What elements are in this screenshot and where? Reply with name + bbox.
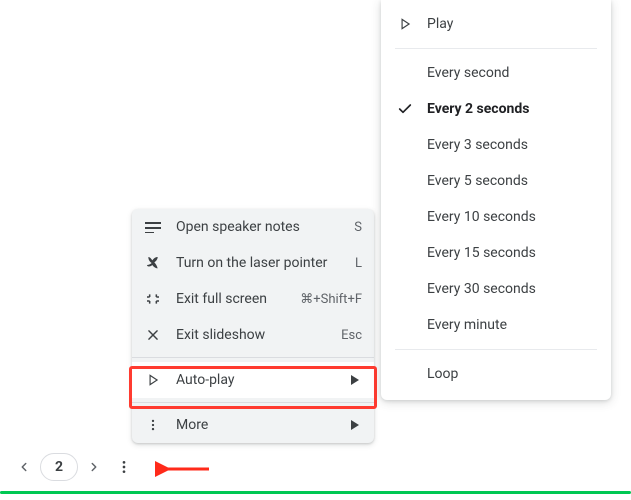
menu-separator: [132, 357, 374, 358]
submenu-interval-1[interactable]: Every 2 seconds: [381, 91, 611, 127]
menu-item-label: Open speaker notes: [176, 219, 340, 235]
next-slide-button[interactable]: [82, 455, 106, 479]
menu-item-exit-slideshow[interactable]: Exit slideshow Esc: [132, 317, 374, 353]
check-placeholder: [395, 171, 415, 191]
submenu-item-play[interactable]: Play: [381, 6, 611, 42]
check-placeholder: [395, 135, 415, 155]
more-vert-icon: [116, 459, 132, 475]
close-icon: [144, 326, 162, 344]
submenu-arrow-icon: [348, 420, 362, 430]
check-placeholder: [395, 63, 415, 83]
submenu-item-label: Play: [427, 16, 597, 32]
notes-icon: [144, 218, 162, 236]
menu-separator: [395, 48, 597, 49]
menu-item-shortcut: S: [354, 220, 362, 235]
menu-item-label: Exit full screen: [176, 291, 286, 307]
autoplay-submenu: Play Every second Every 2 seconds Every …: [381, 0, 611, 400]
check-placeholder: [395, 315, 415, 335]
submenu-arrow-icon: [348, 375, 362, 385]
submenu-interval-4[interactable]: Every 10 seconds: [381, 199, 611, 235]
chevron-left-icon: [17, 460, 31, 474]
submenu-item-label: Every 15 seconds: [427, 245, 597, 261]
check-placeholder: [395, 279, 415, 299]
submenu-item-label: Every 30 seconds: [427, 281, 597, 297]
submenu-item-label: Every 2 seconds: [427, 101, 597, 117]
check-placeholder: [395, 207, 415, 227]
menu-item-shortcut: L: [355, 256, 362, 271]
submenu-interval-0[interactable]: Every second: [381, 55, 611, 91]
submenu-item-label: Every 3 seconds: [427, 137, 597, 153]
menu-separator: [395, 349, 597, 350]
menu-item-label: Exit slideshow: [176, 327, 327, 343]
submenu-interval-7[interactable]: Every minute: [381, 307, 611, 343]
menu-item-exit-fullscreen[interactable]: Exit full screen ⌘+Shift+F: [132, 281, 374, 317]
play-icon: [395, 14, 415, 34]
menu-item-laser-pointer[interactable]: Turn on the laser pointer L: [132, 245, 374, 281]
menu-separator: [132, 402, 374, 403]
slide-nav-bar: 2: [12, 453, 138, 481]
options-menu: Open speaker notes S Turn on the laser p…: [132, 209, 374, 443]
laser-pointer-icon: [144, 254, 162, 272]
more-vert-icon: [144, 416, 162, 434]
submenu-interval-2[interactable]: Every 3 seconds: [381, 127, 611, 163]
play-icon: [144, 371, 162, 389]
submenu-interval-3[interactable]: Every 5 seconds: [381, 163, 611, 199]
exit-fullscreen-icon: [144, 290, 162, 308]
menu-item-shortcut: ⌘+Shift+F: [300, 292, 362, 307]
menu-item-autoplay[interactable]: Auto-play: [132, 362, 374, 398]
annotation-arrow: [155, 460, 213, 478]
check-icon: [395, 99, 415, 119]
presenter-bar-underline: [0, 491, 631, 494]
submenu-item-loop[interactable]: Loop: [381, 356, 611, 392]
menu-item-label: More: [176, 417, 334, 433]
menu-item-label: Turn on the laser pointer: [176, 255, 341, 271]
slide-number[interactable]: 2: [40, 453, 78, 481]
more-options-button[interactable]: [110, 453, 138, 481]
submenu-item-label: Every minute: [427, 317, 597, 333]
menu-item-label: Auto-play: [176, 372, 334, 388]
submenu-item-label: Every second: [427, 65, 597, 81]
menu-item-more[interactable]: More: [132, 407, 374, 443]
chevron-right-icon: [87, 460, 101, 474]
submenu-item-label: Every 5 seconds: [427, 173, 597, 189]
submenu-interval-6[interactable]: Every 30 seconds: [381, 271, 611, 307]
menu-item-speaker-notes[interactable]: Open speaker notes S: [132, 209, 374, 245]
submenu-interval-5[interactable]: Every 15 seconds: [381, 235, 611, 271]
check-placeholder: [395, 243, 415, 263]
menu-item-shortcut: Esc: [341, 328, 362, 343]
submenu-item-label: Every 10 seconds: [427, 209, 597, 225]
check-placeholder: [395, 364, 415, 384]
prev-slide-button[interactable]: [12, 455, 36, 479]
submenu-item-label: Loop: [427, 366, 597, 382]
slide-number-value: 2: [55, 459, 63, 475]
